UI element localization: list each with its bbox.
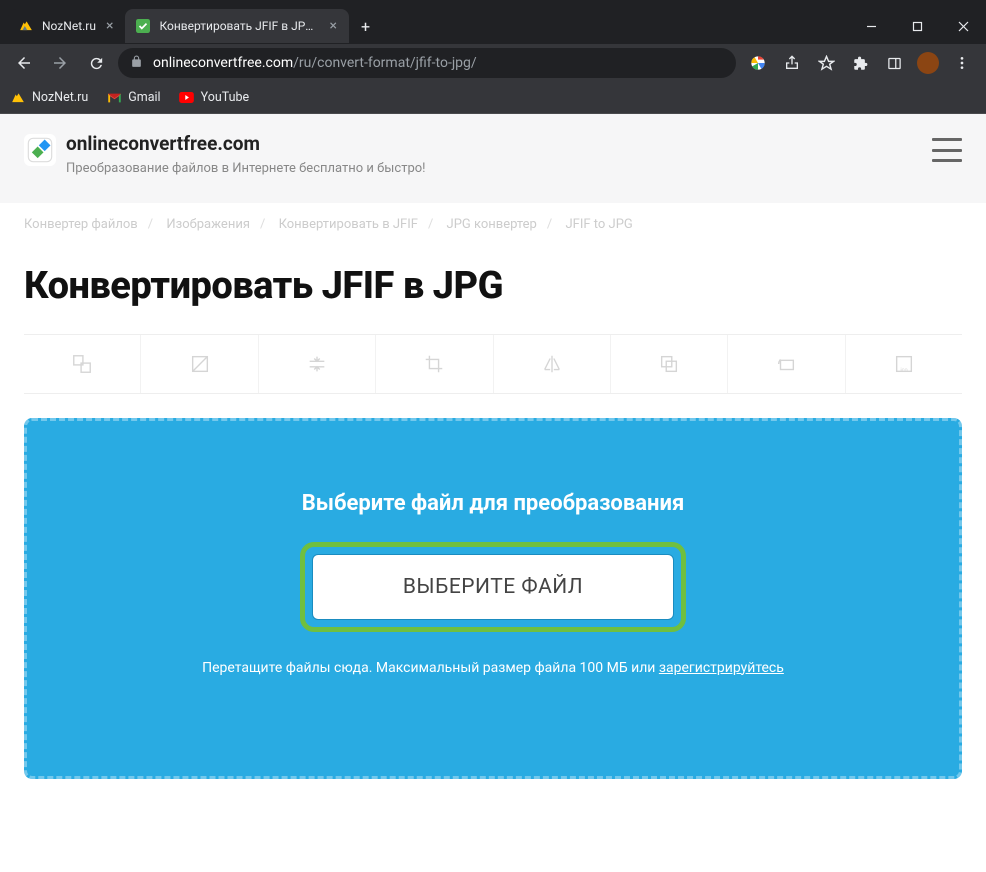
favicon-icon	[18, 18, 34, 34]
bookmark-label: Gmail	[128, 90, 160, 105]
breadcrumb-item[interactable]: JFIF to JPG	[565, 217, 632, 232]
tool-resize-icon[interactable]	[141, 335, 258, 393]
site-subtitle: Преобразование файлов в Интернете беспла…	[66, 159, 426, 179]
breadcrumb-item[interactable]: Конвертировать в JFIF	[279, 217, 418, 232]
menu-icon[interactable]	[948, 49, 976, 77]
site-header: onlineconvertfree.com Преобразование фай…	[0, 114, 986, 203]
site-logo-icon[interactable]	[24, 134, 56, 166]
tool-compress-icon[interactable]	[259, 335, 376, 393]
browser-tab-2[interactable]: Конвертировать JFIF в JPG онла ×	[125, 9, 348, 43]
forward-button[interactable]	[46, 49, 74, 77]
extensions-icon[interactable]	[846, 49, 874, 77]
upload-title: Выберите файл для преобразования	[47, 491, 939, 516]
favicon-icon	[135, 18, 151, 34]
tab-title: Конвертировать JFIF в JPG онла	[159, 19, 319, 33]
star-icon[interactable]	[812, 49, 840, 77]
tool-mirror-icon[interactable]	[494, 335, 611, 393]
site-title[interactable]: onlineconvertfree.com	[66, 132, 426, 155]
breadcrumb-item[interactable]: Конвертер файлов	[24, 217, 138, 232]
bookmark-gmail[interactable]: Gmail	[106, 90, 160, 106]
close-window-button[interactable]	[940, 8, 986, 44]
tool-rotate-icon[interactable]	[728, 335, 845, 393]
window-controls	[848, 8, 986, 44]
breadcrumbs: Конвертер файлов/ Изображения/ Конвертир…	[0, 203, 986, 246]
browser-titlebar: NozNet.ru × Конвертировать JFIF в JPG он…	[0, 8, 986, 44]
reload-button[interactable]	[82, 49, 110, 77]
tool-crop-icon[interactable]	[376, 335, 493, 393]
page-title: Конвертировать JFIF в JPG	[0, 246, 986, 334]
tool-merge-icon[interactable]	[24, 335, 141, 393]
svg-text:ico: ico	[900, 367, 907, 373]
url-text: onlineconvertfree.com/ru/convert-format/…	[153, 55, 477, 71]
bookmark-noznet[interactable]: NozNet.ru	[10, 90, 88, 106]
upload-hint: Перетащите файлы сюда. Максимальный разм…	[47, 660, 939, 676]
close-tab-icon[interactable]: ×	[104, 18, 115, 34]
maximize-button[interactable]	[894, 8, 940, 44]
choose-file-button[interactable]: ВЫБЕРИТЕ ФАЙЛ	[312, 554, 674, 620]
register-link[interactable]: зарегистрируйтесь	[659, 660, 784, 676]
bookmark-label: NozNet.ru	[32, 90, 88, 105]
breadcrumb-item[interactable]: JPG конвертер	[447, 217, 537, 232]
browser-toolbar: onlineconvertfree.com/ru/convert-format/…	[0, 44, 986, 82]
bookmark-icon	[10, 90, 26, 106]
bookmark-label: YouTube	[201, 90, 250, 105]
breadcrumb-item[interactable]: Изображения	[166, 217, 250, 232]
sidepanel-icon[interactable]	[880, 49, 908, 77]
upload-button-highlight: ВЫБЕРИТЕ ФАЙЛ	[300, 542, 686, 632]
google-services-icon[interactable]	[744, 49, 772, 77]
address-bar[interactable]: onlineconvertfree.com/ru/convert-format/…	[118, 48, 736, 78]
back-button[interactable]	[10, 49, 38, 77]
tab-title: NozNet.ru	[42, 19, 96, 33]
upload-dropzone[interactable]: Выберите файл для преобразования ВЫБЕРИТ…	[24, 418, 962, 779]
minimize-button[interactable]	[848, 8, 894, 44]
tools-bar: ico	[24, 334, 962, 394]
bookmark-youtube[interactable]: YouTube	[179, 90, 250, 106]
browser-tab-1[interactable]: NozNet.ru ×	[8, 9, 125, 43]
gmail-icon	[106, 90, 122, 106]
lock-icon	[130, 55, 143, 71]
new-tab-button[interactable]: +	[349, 17, 382, 36]
close-tab-icon[interactable]: ×	[327, 18, 338, 34]
share-icon[interactable]	[778, 49, 806, 77]
youtube-icon	[179, 90, 195, 106]
page-content: onlineconvertfree.com Преобразование фай…	[0, 114, 986, 872]
profile-avatar[interactable]	[914, 49, 942, 77]
tool-copy-icon[interactable]	[611, 335, 728, 393]
tool-ico-icon[interactable]: ico	[846, 335, 962, 393]
bookmarks-bar: NozNet.ru Gmail YouTube	[0, 82, 986, 114]
hamburger-menu-icon[interactable]	[932, 138, 962, 162]
